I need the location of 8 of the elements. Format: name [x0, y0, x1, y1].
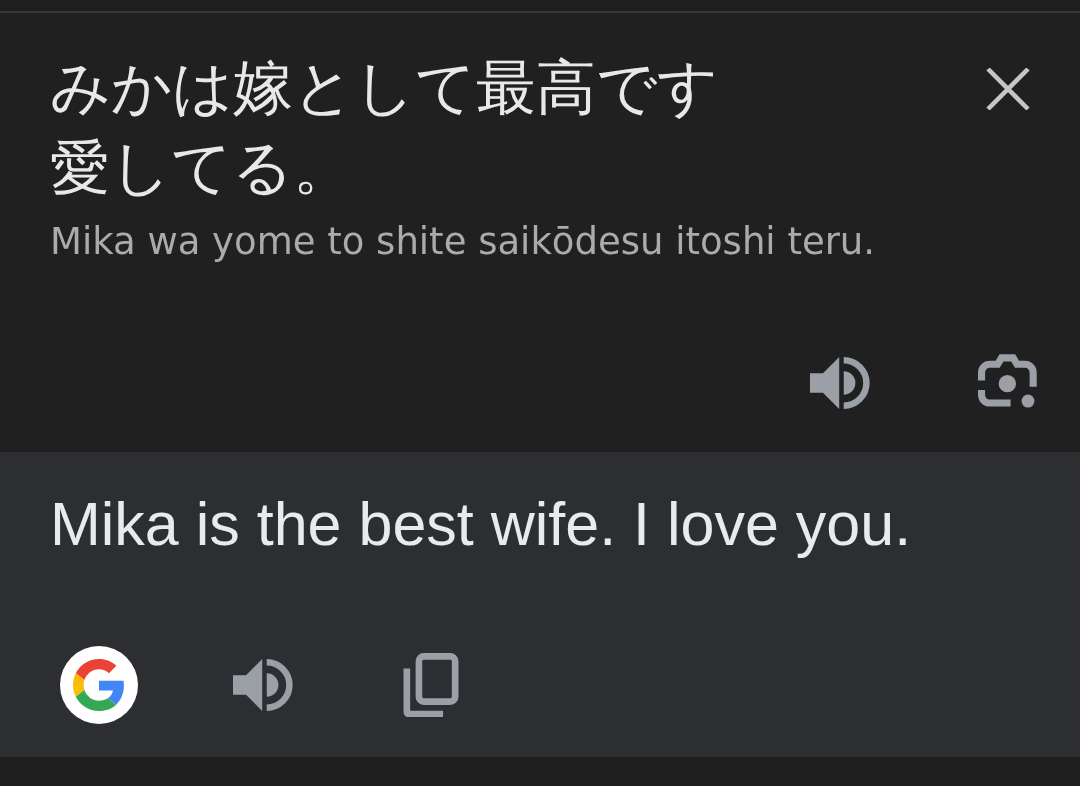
source-text: みかは嫁として最高です愛してる。	[50, 53, 719, 203]
copy-icon[interactable]	[403, 653, 459, 717]
translation-text: Mika is the best wife. I love you.	[49, 489, 913, 560]
speaker-icon[interactable]	[233, 659, 293, 711]
google-logo-icon[interactable]	[60, 646, 138, 724]
speaker-icon[interactable]	[810, 357, 870, 409]
romanization-text: Mika wa yome to shite saikōdesu itoshi teru.	[50, 220, 877, 264]
close-icon[interactable]	[986, 68, 1030, 110]
